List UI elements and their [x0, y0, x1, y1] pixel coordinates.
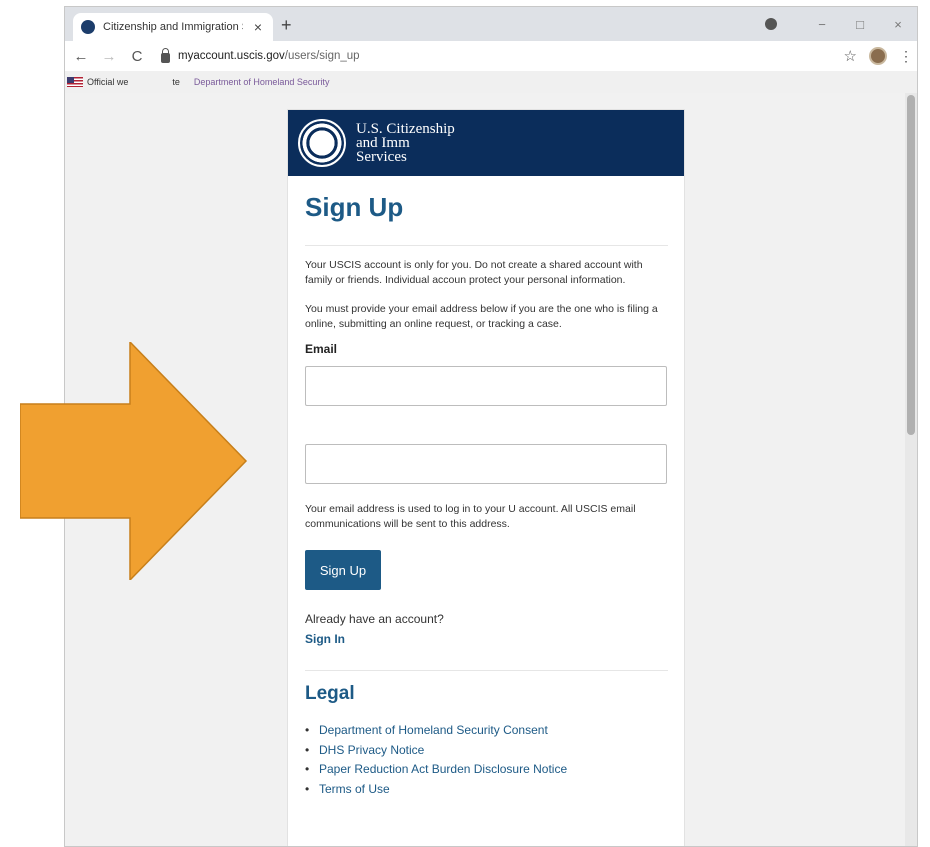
tab-strip: Citizenship and Immigration Serv × + − □… — [65, 7, 917, 41]
agency-name-line1: U.S. Citizenship — [356, 121, 455, 137]
legal-heading: Legal — [305, 683, 355, 704]
bookmark-star-icon[interactable]: ☆ — [844, 47, 857, 65]
page-title: Sign Up — [305, 192, 404, 222]
back-button[interactable]: ← — [73, 48, 89, 65]
arrow-shape — [20, 342, 248, 580]
legal-link-paperwork-notice[interactable]: Paper Reduction Act Burden Disclosure No… — [305, 760, 668, 780]
agency-name-line3: Services — [356, 149, 407, 165]
email-label: Email — [305, 342, 338, 356]
dhs-seal-icon — [298, 119, 346, 167]
maximize-button[interactable]: □ — [841, 17, 879, 32]
right-arrow-graphic — [20, 342, 248, 580]
url-text: myaccount.uscis.gov/users/sign_up — [178, 50, 360, 62]
forward-button[interactable]: → — [101, 48, 117, 65]
tab-favicon-icon — [81, 20, 95, 34]
url-host: myaccount.uscis.gov — [178, 50, 285, 62]
gov-banner-text-end: Department of Homeland Security — [193, 77, 330, 87]
divider — [305, 670, 668, 671]
legal-link-privacy-notice[interactable]: DHS Privacy Notice — [305, 741, 668, 761]
browser-menu-icon[interactable]: ⋮ — [899, 48, 913, 65]
divider — [305, 245, 668, 246]
agency-name-line2: and Imm — [356, 135, 410, 151]
tab-close-icon[interactable]: × — [251, 19, 265, 35]
confirm-email-field[interactable] — [305, 444, 667, 484]
legal-link-dhs-consent[interactable]: Department of Homeland Security Consent — [305, 721, 668, 741]
lock-icon[interactable] — [161, 47, 170, 63]
agency-header: U.S. Citizenship and Imm Services — [288, 110, 684, 176]
profile-avatar[interactable] — [869, 47, 887, 65]
legal-links-list: Department of Homeland Security Consent … — [305, 721, 668, 799]
profile-indicator-icon[interactable] — [765, 18, 777, 30]
browser-tab[interactable]: Citizenship and Immigration Serv × — [73, 13, 273, 41]
reload-button[interactable]: C — [129, 48, 145, 65]
legal-link-terms-of-use[interactable]: Terms of Use — [305, 780, 668, 800]
page-scrollbar[interactable] — [905, 93, 917, 846]
email-requirement-paragraph: You must provide your email address belo… — [305, 303, 658, 330]
gov-banner-text-start: Official we — [87, 77, 129, 87]
address-bar[interactable]: myaccount.uscis.gov/users/sign_up — [157, 45, 832, 67]
browser-toolbar: ← → C myaccount.uscis.gov/users/sign_up … — [65, 41, 917, 71]
minimize-button[interactable]: − — [803, 17, 841, 32]
sign-up-button[interactable]: Sign Up — [305, 550, 381, 590]
sign-in-link[interactable]: Sign In — [305, 632, 668, 646]
agency-name: U.S. Citizenship and Imm Services — [356, 121, 455, 165]
gov-banner: Official we te Department of Homeland Se… — [65, 71, 917, 93]
card-body: Sign Up Your USCIS account is only for y… — [288, 176, 684, 799]
email-note: Your email address is used to log in to … — [305, 503, 636, 530]
window-controls: − □ × — [765, 7, 917, 41]
tab-title: Citizenship and Immigration Serv — [103, 21, 243, 33]
account-info-paragraph: Your USCIS account is only for you. Do n… — [305, 259, 643, 286]
signup-card: U.S. Citizenship and Imm Services Sign U… — [287, 109, 685, 846]
url-path: /users/sign_up — [284, 50, 360, 62]
scrollbar-thumb[interactable] — [907, 95, 915, 435]
new-tab-button[interactable]: + — [281, 15, 292, 36]
already-have-account-text: Already have an account? — [305, 612, 444, 626]
us-flag-icon — [67, 77, 83, 87]
email-field[interactable] — [305, 366, 667, 406]
close-window-button[interactable]: × — [879, 17, 917, 32]
gov-banner-text-mid: te — [172, 77, 180, 87]
